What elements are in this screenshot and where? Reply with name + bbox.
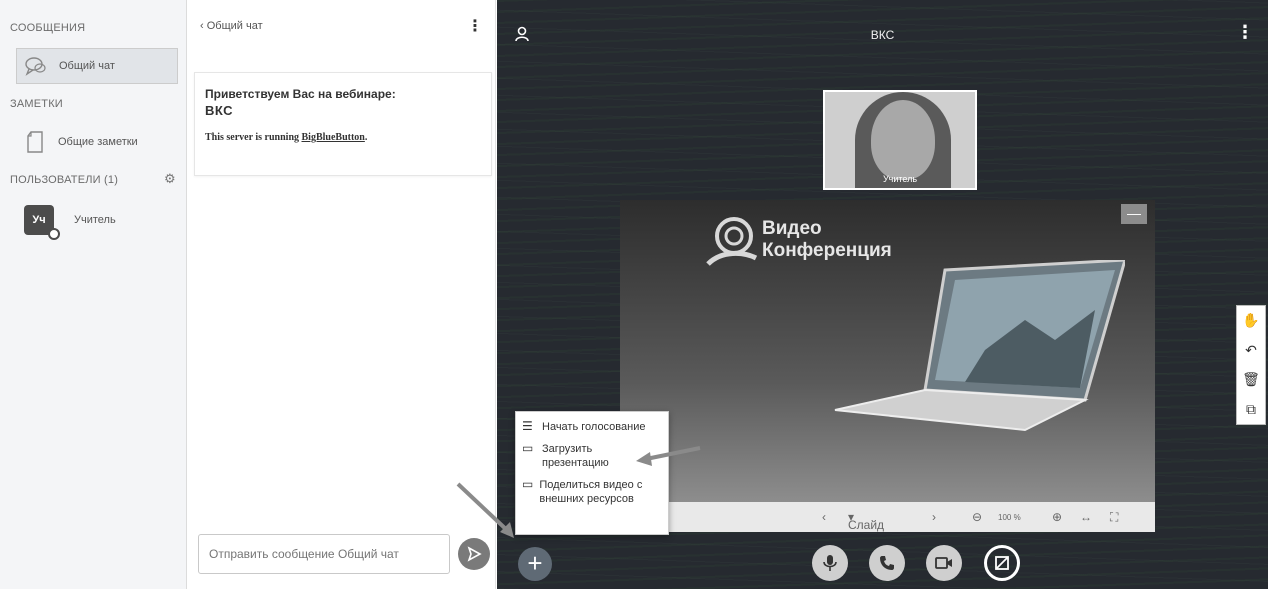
camera-icon: [935, 557, 952, 569]
actions-plus-button[interactable]: +: [518, 547, 552, 581]
screen-share-button[interactable]: [984, 545, 1020, 581]
phone-icon: [880, 556, 894, 570]
screen-share-icon: [995, 556, 1009, 570]
camera-button[interactable]: [926, 545, 962, 581]
plus-icon: +: [527, 548, 543, 578]
microphone-icon: [823, 555, 837, 571]
annotation-arrows: [456, 446, 701, 538]
audio-phone-button[interactable]: [869, 545, 905, 581]
microphone-button[interactable]: [812, 545, 848, 581]
